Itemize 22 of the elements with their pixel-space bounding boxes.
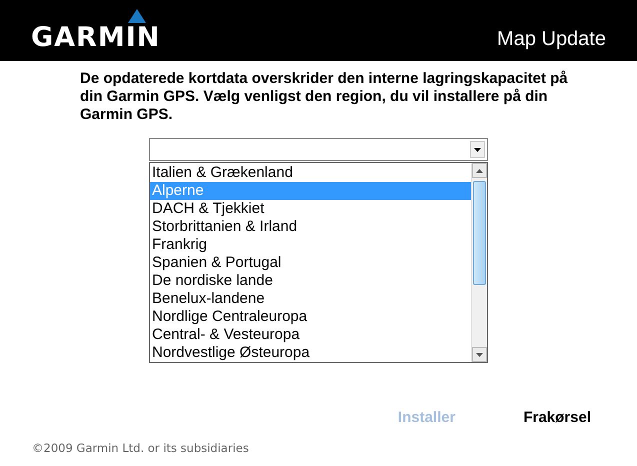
list-item[interactable]: DACH & Tjekkiet [150, 200, 471, 218]
list-item[interactable]: Nordlige Centraleuropa [150, 308, 471, 326]
logo: GARMIN [31, 24, 160, 51]
exit-button[interactable]: Frakørsel [523, 409, 591, 426]
instruction-text: De opdaterede kortdata overskrider den interne lagringskapacitet på din Garmin GPS. Vælg venligst den region, du vil installere på din Garmin GPS. [80, 70, 569, 124]
down-arrow-icon [476, 352, 483, 356]
window-title: Map Update [497, 29, 606, 51]
list-item[interactable]: De nordiske lande [150, 272, 471, 290]
list-item[interactable]: Storbrittanien & Irland [150, 218, 471, 236]
list-item[interactable]: Nordvestlige Østeuropa [150, 344, 471, 362]
list-item[interactable]: Benelux-landene [150, 290, 471, 308]
scrollbar[interactable] [471, 163, 487, 362]
list-item[interactable]: Spanien & Portugal [150, 254, 471, 272]
caret-icon [474, 148, 481, 152]
up-arrow-icon [476, 168, 483, 172]
region-dropdown[interactable] [149, 138, 488, 161]
list-item[interactable]: Central- & Vesteuropa [150, 326, 471, 344]
list-item[interactable]: Frankrig [150, 236, 471, 254]
triangle-icon [128, 9, 146, 23]
copyright-text: ©2009 Garmin Ltd. or its subsidiaries [32, 441, 250, 455]
list-item[interactable]: Italien & Grækenland [150, 164, 471, 182]
region-list[interactable]: Italien & Grækenland Alperne DACH & Tjekkiet Storbrittanien & Irland Frankrig Spanien & Portugal De nordiske lande Benelux-landene Nordlige Centraleuropa Central- & Vesteuropa Nordvestlige Østeuropa [149, 162, 488, 363]
